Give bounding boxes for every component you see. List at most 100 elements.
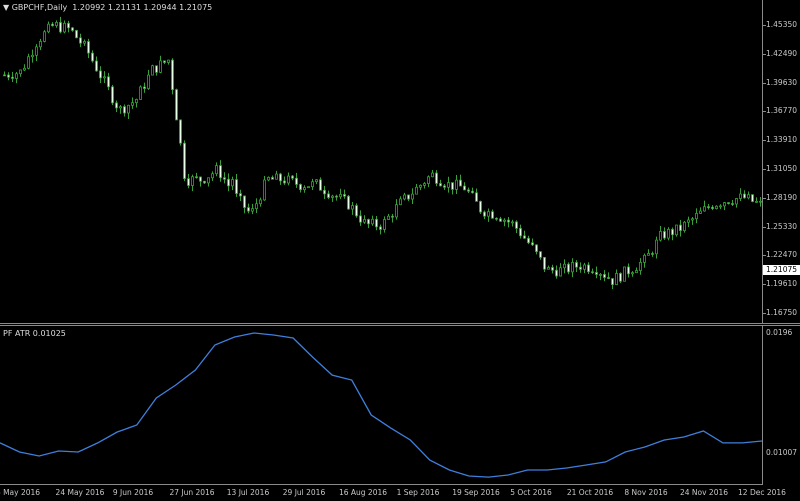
candle	[235, 174, 238, 197]
candle	[371, 215, 374, 226]
candle	[455, 175, 458, 194]
candle	[743, 190, 746, 199]
candle	[299, 183, 302, 193]
candle	[735, 198, 738, 208]
price-tick-label: 1.25330	[766, 221, 798, 231]
candle	[527, 235, 530, 245]
candle	[595, 266, 598, 279]
candle	[187, 174, 190, 189]
candle	[315, 179, 318, 185]
date-tick-label: 5 Oct 2016	[510, 488, 552, 497]
candle	[395, 199, 398, 220]
candlestick-chart	[3, 16, 762, 290]
candle	[667, 227, 670, 241]
candle	[119, 105, 122, 114]
candle	[303, 185, 306, 193]
candle	[79, 33, 82, 48]
candle	[339, 188, 342, 200]
date-tick-label: 16 Aug 2016	[338, 488, 388, 497]
candle	[571, 258, 574, 278]
candle	[263, 176, 266, 201]
candle	[503, 218, 506, 227]
symbol-timeframe: GBPCHF,Daily	[11, 3, 68, 12]
price-chart-pane[interactable]: ▼ GBPCHF,Daily 1.20992 1.21131 1.20944 1…	[0, 0, 763, 323]
indicator-pane[interactable]: PF ATR 0.01025	[0, 326, 763, 485]
candle	[563, 259, 566, 274]
candle	[599, 272, 602, 281]
candle	[287, 172, 290, 186]
candle	[279, 172, 282, 185]
candle	[163, 60, 166, 65]
candle	[219, 160, 222, 182]
candle	[227, 173, 230, 192]
candle	[107, 72, 110, 91]
candle	[247, 203, 250, 214]
candle	[155, 65, 158, 76]
indicator-axis-top: 0.0196	[766, 328, 793, 337]
candle	[463, 182, 466, 191]
candle	[651, 251, 654, 257]
candle	[551, 264, 554, 274]
candle	[347, 194, 350, 210]
date-tick-label: 19 Sep 2016	[452, 488, 500, 497]
candle	[3, 71, 6, 77]
candle	[7, 72, 10, 81]
candle	[55, 20, 58, 28]
candle	[671, 227, 674, 241]
candle	[447, 176, 450, 193]
candle	[199, 176, 202, 187]
candle	[491, 209, 494, 219]
candle	[151, 64, 154, 76]
date-tick-label: 1 Sep 2016	[396, 488, 440, 497]
candle	[531, 238, 534, 247]
candle	[567, 262, 570, 275]
candle	[195, 172, 198, 179]
candle	[483, 210, 486, 220]
candle	[379, 224, 382, 235]
price-tick-label: 1.39630	[766, 77, 798, 87]
candle	[327, 190, 330, 200]
candle	[35, 44, 38, 62]
price-tick-label: 1.36770	[766, 106, 798, 116]
price-tick-label: 1.45350	[766, 20, 798, 29]
candle	[143, 82, 146, 93]
candle	[383, 216, 386, 233]
candle	[283, 176, 286, 185]
candle	[19, 69, 22, 77]
candle	[555, 265, 558, 279]
date-tick-label: 8 Nov 2016	[624, 488, 668, 497]
date-tick-label: 13 Jul 2016	[226, 488, 270, 497]
candle	[423, 182, 426, 189]
candle	[183, 140, 186, 182]
candle	[215, 162, 218, 177]
candle	[259, 197, 262, 207]
candle	[507, 217, 510, 228]
candle	[343, 189, 346, 199]
candle	[255, 198, 258, 213]
price-tick-label: 1.28190	[766, 192, 798, 202]
candle	[487, 208, 490, 222]
candle	[375, 215, 378, 231]
candle	[159, 55, 162, 74]
candle	[467, 187, 470, 194]
candle	[363, 215, 366, 224]
candle	[319, 177, 322, 191]
date-tick-label: 24 Nov 2016	[679, 488, 729, 497]
candle	[559, 263, 562, 277]
candle	[699, 207, 702, 214]
candle	[471, 187, 474, 194]
candle	[427, 175, 430, 188]
candle	[71, 26, 74, 32]
candle	[171, 58, 174, 95]
date-tick-label: 9 Jun 2016	[112, 488, 154, 497]
candle	[39, 38, 42, 51]
chart-title: ▼ GBPCHF,Daily 1.20992 1.21131 1.20944 1…	[3, 3, 212, 12]
candle	[291, 174, 294, 181]
price-tick-label: 1.22470	[766, 250, 798, 260]
candle	[135, 98, 138, 108]
candle	[83, 39, 86, 46]
ohlc-values: 1.20992 1.21131 1.20944 1.21075	[72, 3, 213, 12]
candle	[103, 71, 106, 84]
triangle-down-icon[interactable]: ▼	[3, 3, 12, 12]
candle	[271, 175, 274, 180]
